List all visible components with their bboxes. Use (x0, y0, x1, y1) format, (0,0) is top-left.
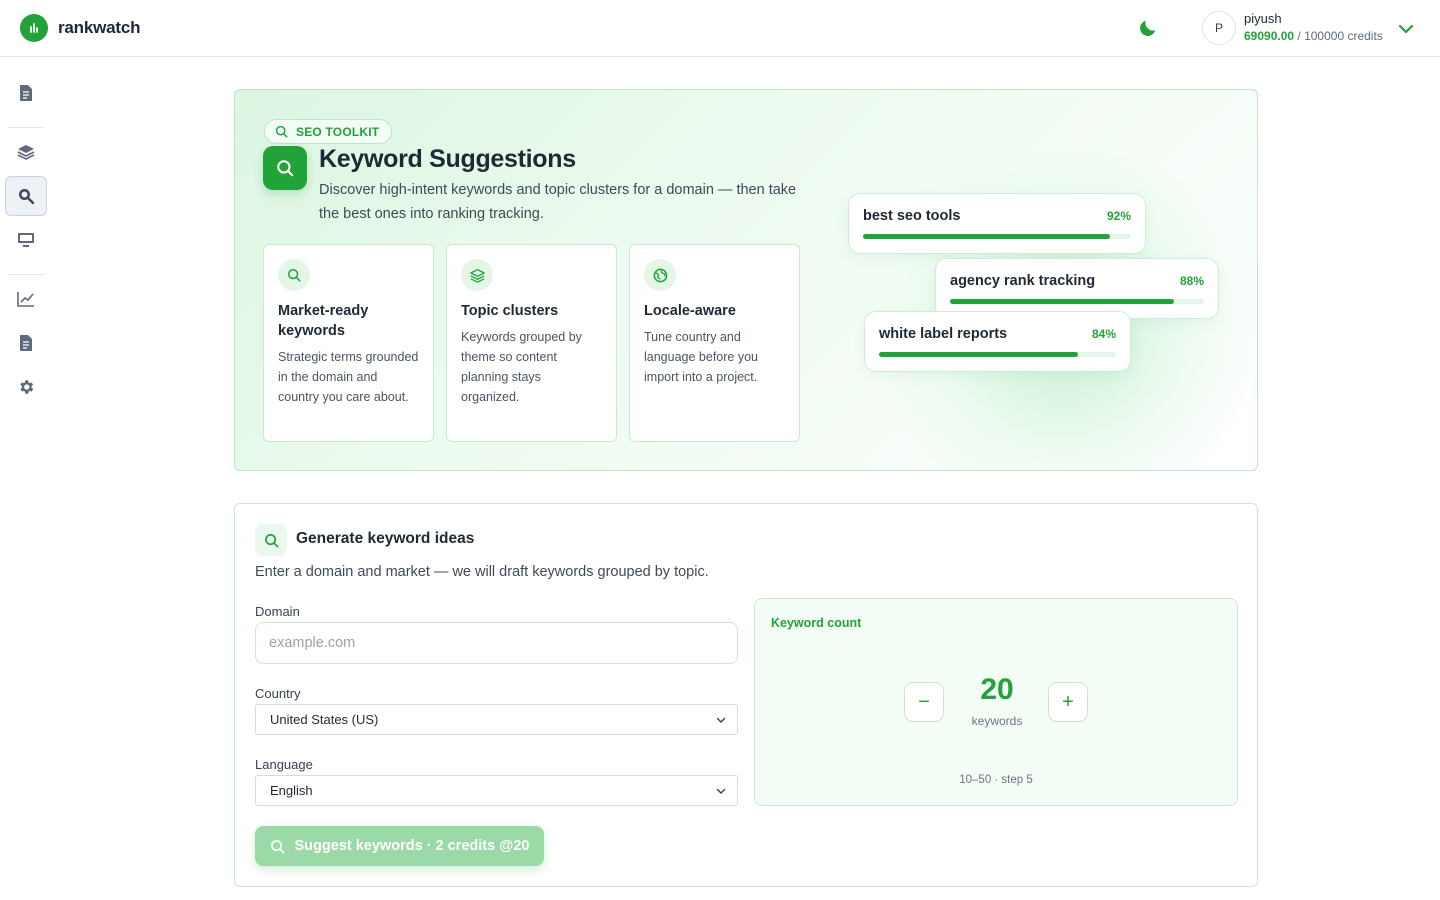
keyword-count-label: Keyword count (771, 616, 862, 630)
language-select[interactable]: English (255, 775, 738, 806)
feature-title: Market-ready keywords (278, 303, 369, 339)
sidebar-item-keyword-suggestions[interactable] (5, 176, 47, 216)
generate-panel: Generate keyword ideas Enter a domain an… (234, 503, 1258, 887)
keyword-search-icon (19, 189, 35, 205)
feature-title: Locale-aware (644, 303, 736, 319)
globe-icon (644, 259, 676, 291)
sidebar-item-monitor[interactable] (5, 220, 47, 260)
keyword-range-hint: 10–50 · step 5 (959, 774, 1033, 786)
generate-title: Generate keyword ideas (296, 530, 475, 547)
suggest-keywords-label: Suggest keywords · 2 credits @20 (294, 838, 530, 854)
sidebar-item-settings[interactable] (5, 367, 47, 407)
search-icon (255, 524, 287, 556)
score-bar-fill (950, 299, 1174, 304)
keyword-count-panel: Keyword count − 20 keywords + 10–50 · st… (754, 598, 1238, 806)
country-select[interactable]: United States (US) (255, 704, 738, 735)
preview-keyword: white label reports (879, 326, 1008, 342)
keyword-count-unit: keywords (971, 714, 1023, 728)
feature-card-topic-clusters: Topic clusters Keywords grouped by theme… (446, 244, 617, 442)
brand-name: rankwatch (58, 18, 141, 37)
hero-search-icon (263, 146, 307, 190)
top-bar: rankwatch P piyush 69090.00 / 100000 cre… (0, 0, 1440, 57)
page-title: Keyword Suggestions (319, 145, 576, 173)
preview-keyword: agency rank tracking (950, 273, 1096, 289)
sidebar (0, 57, 52, 900)
user-menu[interactable]: P piyush 69090.00 / 100000 credits (1202, 11, 1383, 45)
hero-panel: SEO TOOLKIT Keyword Suggestions Discover… (234, 89, 1258, 471)
preview-score: 88% (1179, 274, 1204, 288)
feature-card-locale-aware: Locale-aware Tune country and language b… (629, 244, 800, 442)
domain-input[interactable] (255, 622, 738, 664)
preview-score: 92% (1106, 209, 1131, 223)
generate-subtitle: Enter a domain and market — we will draf… (255, 564, 709, 580)
keyword-count-value: 20 (980, 673, 1014, 706)
score-bar (879, 352, 1116, 357)
feature-description: Tune country and language before you imp… (644, 330, 758, 384)
brand-logo[interactable]: rankwatch (20, 14, 140, 42)
search-icon (278, 259, 310, 291)
monitor-icon (18, 233, 34, 247)
pill-label: SEO TOOLKIT (296, 124, 380, 139)
chevron-down-icon (716, 788, 726, 794)
domain-label: Domain (255, 604, 300, 619)
keyword-preview-card: agency rank tracking 88% (935, 258, 1219, 319)
increment-button[interactable]: + (1048, 682, 1088, 722)
feature-card-market-ready: Market-ready keywords Strategic terms gr… (263, 244, 434, 442)
layers-icon (461, 259, 493, 291)
search-icon (275, 125, 288, 138)
sidebar-item-documents[interactable] (5, 73, 47, 113)
sidebar-divider (8, 274, 44, 275)
score-bar-fill (879, 352, 1079, 357)
sidebar-item-layers[interactable] (5, 132, 47, 172)
score-bar-fill (863, 234, 1110, 239)
feature-title: Topic clusters (461, 303, 559, 319)
score-bar (950, 299, 1204, 304)
rankwatch-logo-icon (20, 14, 48, 42)
page-subtitle: Discover high-intent keywords and topic … (319, 182, 797, 222)
score-bar (863, 234, 1131, 239)
gear-icon (20, 380, 34, 394)
country-value: United States (US) (270, 712, 379, 727)
preview-keyword: best seo tools (863, 208, 961, 224)
language-label: Language (255, 757, 313, 772)
suggest-keywords-button[interactable]: Suggest keywords · 2 credits @20 (255, 826, 544, 866)
document-icon (20, 85, 32, 101)
keyword-preview-card: best seo tools 92% (848, 193, 1146, 254)
chevron-down-icon[interactable] (1396, 19, 1416, 39)
feature-description: Keywords grouped by theme so content pla… (461, 330, 582, 404)
feature-description: Strategic terms grounded in the domain a… (278, 350, 419, 404)
keyword-preview-card: white label reports 84% (864, 311, 1131, 372)
user-name: piyush (1244, 11, 1282, 26)
report-icon (20, 335, 32, 351)
line-chart-icon (17, 292, 34, 307)
language-value: English (270, 783, 313, 798)
search-icon (270, 839, 284, 853)
chevron-down-icon (716, 717, 726, 723)
dark-mode-moon-icon[interactable] (1137, 17, 1159, 39)
sidebar-divider (8, 127, 44, 128)
sidebar-item-analytics[interactable] (5, 279, 47, 319)
avatar: P (1202, 11, 1236, 45)
layers-icon (17, 145, 35, 160)
country-label: Country (255, 686, 301, 701)
credit-balance: 69090.00 / 100000 credits (1244, 29, 1383, 43)
sidebar-item-reports[interactable] (5, 323, 47, 363)
preview-score: 84% (1091, 327, 1116, 341)
section-pill: SEO TOOLKIT (264, 119, 393, 144)
decrement-button[interactable]: − (904, 682, 944, 722)
